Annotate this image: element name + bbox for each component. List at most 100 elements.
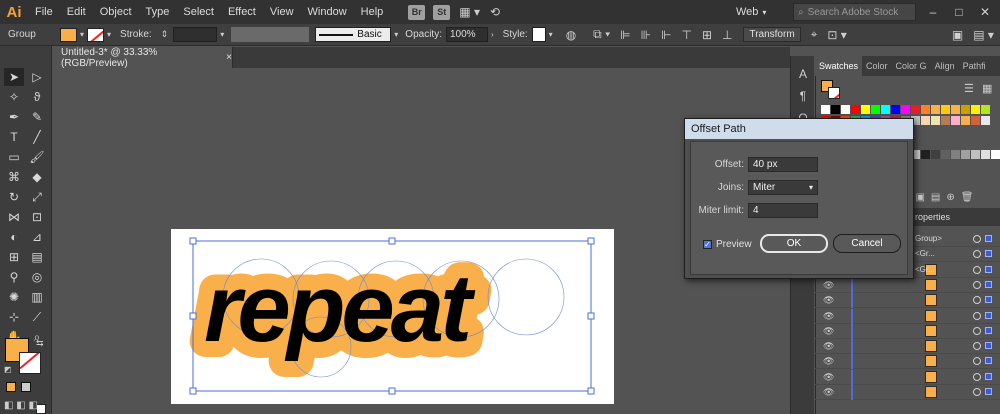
align-bottom-icon[interactable]: ⊥	[717, 28, 737, 42]
arrange-panels-icon[interactable]: ▣	[852, 28, 968, 42]
swatch-chip[interactable]	[891, 105, 900, 114]
stroke-swatch[interactable]	[87, 27, 105, 42]
graphic-style-swatch[interactable]	[531, 27, 546, 42]
drawing-modes-icon[interactable]: ◧ ◧ ◧	[4, 400, 38, 411]
selection-tool-icon[interactable]: ➤	[4, 68, 24, 86]
brush-definition[interactable]: Basic	[315, 27, 392, 42]
selection-indicator[interactable]	[985, 280, 992, 288]
handle-top-right[interactable]	[587, 237, 595, 245]
align-middle-icon[interactable]: ⊞	[697, 28, 717, 42]
swatch-chip[interactable]	[851, 105, 860, 114]
menu-select[interactable]: Select	[176, 0, 221, 24]
selection-indicator[interactable]	[985, 296, 992, 304]
miter-limit-input[interactable]: 4	[748, 203, 818, 218]
bridge-icon[interactable]: Br	[408, 4, 426, 20]
recolor-artwork-icon[interactable]: ◍	[556, 28, 581, 42]
target-icon[interactable]	[973, 342, 981, 351]
selection-indicator[interactable]	[985, 265, 992, 273]
thumbnail-view-icon[interactable]: ▦	[982, 82, 992, 95]
swatch-chip[interactable]	[901, 105, 910, 114]
curvature-tool-icon[interactable]: ✎	[27, 108, 47, 126]
layer-row[interactable]: 👁	[815, 308, 1000, 324]
align-center-icon[interactable]: ⊪	[636, 28, 656, 42]
free-transform-tool-icon[interactable]: ⊡	[27, 208, 47, 226]
target-icon[interactable]	[973, 296, 981, 305]
paragraph-panel-icon[interactable]: ¶	[791, 86, 815, 106]
minimize-icon[interactable]: –	[920, 3, 946, 21]
close-icon[interactable]: ✕	[972, 3, 998, 21]
swatch-chip[interactable]	[921, 116, 930, 125]
swatch-chip[interactable]	[881, 105, 890, 114]
swatch-chip[interactable]	[931, 105, 940, 114]
selection-indicator[interactable]	[985, 250, 992, 258]
search-input[interactable]: Search Adobe Stock	[808, 7, 899, 18]
layer-row[interactable]: 👁	[815, 385, 1000, 400]
visibility-eye-icon[interactable]: 👁	[823, 356, 834, 366]
width-tool-icon[interactable]: ⋈	[4, 208, 24, 226]
document-tab[interactable]: Untitled-3* @ 33.33% (RGB/Preview) ×	[53, 47, 233, 69]
selection-indicator[interactable]	[985, 235, 992, 242]
type-tool-icon[interactable]: T	[4, 128, 24, 146]
menu-edit[interactable]: Edit	[60, 0, 93, 24]
handle-bottom-left[interactable]	[189, 387, 197, 395]
menu-window[interactable]: Window	[301, 0, 354, 24]
chevron-down-icon[interactable]: ▾	[546, 30, 556, 39]
swatch-chip[interactable]	[941, 150, 950, 159]
panel-stroke-swatch[interactable]	[828, 87, 840, 99]
list-view-icon[interactable]: ☰	[964, 82, 974, 95]
tab-align[interactable]: Align	[931, 61, 959, 71]
swatch-chip[interactable]	[981, 150, 990, 159]
swatch-chip[interactable]	[981, 105, 990, 114]
control-menu-icon[interactable]: ▤ ▾	[968, 28, 999, 42]
character-panel-icon[interactable]: A	[791, 64, 815, 84]
swatch-chip[interactable]	[971, 116, 980, 125]
swatch-chip[interactable]	[911, 105, 920, 114]
selection-indicator[interactable]	[985, 311, 992, 319]
handle-top-left[interactable]	[189, 237, 197, 245]
menu-effect[interactable]: Effect	[221, 0, 263, 24]
offset-input[interactable]: 40 px	[748, 157, 818, 172]
fill-swatch[interactable]	[60, 27, 77, 42]
swatch-chip[interactable]	[941, 116, 950, 125]
blend-tool-icon[interactable]: ◎	[27, 268, 47, 286]
perspective-grid-tool-icon[interactable]: ⊿	[27, 228, 47, 246]
stroke-weight-input[interactable]	[173, 27, 218, 42]
paintbrush-tool-icon[interactable]: 🖌	[27, 148, 47, 166]
rotate-tool-icon[interactable]: ↻	[4, 188, 24, 206]
target-icon[interactable]	[973, 280, 981, 289]
menu-object[interactable]: Object	[93, 0, 139, 24]
pen-tool-icon[interactable]: ✒	[4, 108, 24, 126]
line-tool-icon[interactable]: ╱	[27, 128, 47, 146]
preview-checkbox[interactable]: ✓	[703, 240, 712, 249]
swatch-chip[interactable]	[961, 116, 970, 125]
swatch-chip[interactable]	[841, 105, 850, 114]
selection-indicator[interactable]	[985, 372, 992, 380]
swatch-chip[interactable]	[871, 105, 880, 114]
target-icon[interactable]	[973, 311, 981, 320]
tab-properties[interactable]: roperties	[915, 212, 950, 222]
stock-search[interactable]: ⌕ Search Adobe Stock	[793, 3, 916, 21]
swap-colors-icon[interactable]: ⇆	[36, 338, 44, 349]
chevron-down-icon[interactable]: ▾	[217, 30, 227, 39]
visibility-eye-icon[interactable]: 👁	[823, 372, 834, 382]
align-to-icon[interactable]: ⧉ ▾	[581, 27, 615, 42]
layer-row[interactable]: 👁	[815, 354, 1000, 370]
close-tab-icon[interactable]: ×	[226, 52, 232, 63]
rectangle-tool-icon[interactable]: ▭	[4, 148, 24, 166]
selection-indicator[interactable]	[985, 342, 992, 350]
handle-middle-right[interactable]	[587, 312, 595, 320]
column-graph-tool-icon[interactable]: ▥	[27, 288, 47, 306]
slice-tool-icon[interactable]: ⟋	[27, 308, 47, 326]
menu-help[interactable]: Help	[354, 0, 391, 24]
visibility-eye-icon[interactable]: 👁	[823, 326, 834, 336]
visibility-eye-icon[interactable]: 👁	[823, 341, 834, 351]
magic-wand-tool-icon[interactable]: ✧	[4, 88, 24, 106]
swatch-chip[interactable]	[951, 150, 960, 159]
handle-top-middle[interactable]	[388, 237, 396, 245]
layer-row[interactable]: 👁	[815, 339, 1000, 355]
swatch-chip[interactable]	[971, 150, 980, 159]
maximize-icon[interactable]: □	[946, 3, 972, 21]
scale-tool-icon[interactable]: ⤢	[27, 188, 47, 206]
swatch-chip[interactable]	[931, 116, 940, 125]
arrange-documents-icon[interactable]: ▦ ▾	[454, 5, 485, 19]
